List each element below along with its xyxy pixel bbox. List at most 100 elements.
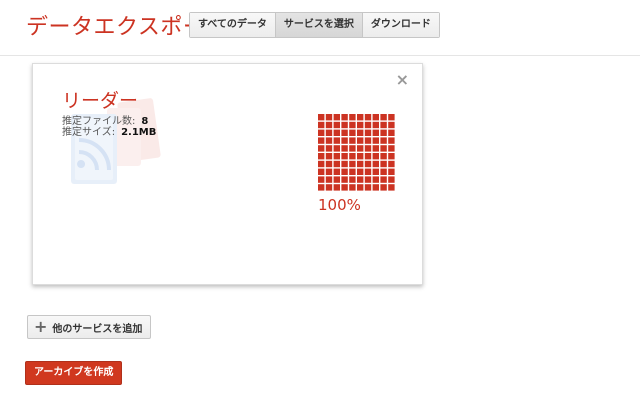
progress-cell <box>364 137 372 144</box>
progress-cell <box>325 184 333 191</box>
progress-cell <box>364 121 372 129</box>
progress-cell <box>357 121 364 129</box>
progress-cell <box>364 160 372 168</box>
progress-cell <box>349 168 356 175</box>
progress-cell <box>357 153 364 160</box>
progress-cell <box>372 176 379 183</box>
progress-cell <box>341 145 348 152</box>
progress-cell <box>388 137 395 144</box>
progress-cell <box>325 176 333 183</box>
progress-cell <box>318 114 325 121</box>
progress-cell <box>372 153 379 160</box>
progress-cell <box>325 160 333 168</box>
progress-cell <box>318 176 325 183</box>
mode-tabs: すべてのデータ サービスを選択 ダウンロード <box>189 12 440 38</box>
progress-cell <box>349 160 356 168</box>
progress-cell <box>325 129 333 136</box>
progress-cell <box>325 114 333 121</box>
progress-cell <box>318 145 325 152</box>
progress-cell <box>380 153 387 160</box>
progress-cell <box>364 168 372 175</box>
progress-cell <box>341 176 348 183</box>
progress-cell <box>325 137 333 144</box>
progress-cell <box>380 145 387 152</box>
progress-cell <box>380 137 387 144</box>
progress-cell <box>388 184 395 191</box>
progress-cell <box>333 129 340 136</box>
progress-cell <box>364 184 372 191</box>
progress-cell <box>364 145 372 152</box>
create-archive-button[interactable]: アーカイブを作成 <box>25 361 123 385</box>
progress-cell <box>380 168 387 175</box>
size-row: 推定サイズ: 2.1MB <box>62 127 156 138</box>
progress-cell <box>341 121 348 129</box>
progress-cell <box>388 129 395 136</box>
progress-cell <box>372 121 379 129</box>
progress-cell <box>364 114 372 121</box>
progress-cell <box>388 145 395 152</box>
progress-cell <box>325 168 333 175</box>
progress-cell <box>380 114 387 121</box>
progress-cell <box>318 121 325 129</box>
add-services-label: 他のサービスを追加 <box>52 323 143 335</box>
progress-cell <box>357 145 364 152</box>
progress-cell <box>364 129 372 136</box>
progress-cell <box>333 114 340 121</box>
progress-cell <box>333 176 340 183</box>
size-label: 推定サイズ: <box>62 127 116 138</box>
close-icon[interactable]: × <box>396 72 409 88</box>
progress-grid <box>318 114 395 191</box>
progress-cell <box>325 145 333 152</box>
progress-cell <box>318 153 325 160</box>
progress-cell <box>341 153 348 160</box>
progress-cell <box>372 168 379 175</box>
tab-download[interactable]: ダウンロード <box>362 13 439 37</box>
progress-cell <box>318 137 325 144</box>
size-value: 2.1MB <box>121 127 157 138</box>
tab-select-services[interactable]: サービスを選択 <box>275 13 363 37</box>
header-divider <box>0 55 640 56</box>
progress-cell <box>341 168 348 175</box>
tab-all-data[interactable]: すべてのデータ <box>190 13 276 37</box>
progress-cell <box>364 176 372 183</box>
service-title: リーダー <box>62 90 139 112</box>
progress-cell <box>380 129 387 136</box>
progress-cell <box>349 129 356 136</box>
progress-cell <box>372 129 379 136</box>
progress-cell <box>349 153 356 160</box>
progress-cell <box>380 160 387 168</box>
progress-cell <box>372 137 379 144</box>
progress-cell <box>349 145 356 152</box>
progress-cell <box>333 121 340 129</box>
progress-cell <box>388 114 395 121</box>
progress-cell <box>333 137 340 144</box>
progress-cell <box>357 114 364 121</box>
file-count-value: 8 <box>141 116 149 127</box>
progress-cell <box>341 114 348 121</box>
progress-cell <box>318 168 325 175</box>
progress-cell <box>325 121 333 129</box>
progress-cell <box>380 121 387 129</box>
progress-cell <box>388 176 395 183</box>
progress-cell <box>364 153 372 160</box>
plus-icon: + <box>34 317 48 336</box>
progress-cell <box>341 129 348 136</box>
progress-cell <box>372 145 379 152</box>
progress-cell <box>333 184 340 191</box>
progress-cell <box>388 121 395 129</box>
progress-cell <box>380 184 387 191</box>
progress-cell <box>388 168 395 175</box>
progress-cell <box>357 168 364 175</box>
progress-cell <box>349 137 356 144</box>
progress-cell <box>318 160 325 168</box>
add-services-button[interactable]: + 他のサービスを追加 <box>27 315 152 339</box>
progress-cell <box>325 153 333 160</box>
progress-cell <box>333 153 340 160</box>
progress-cell <box>388 153 395 160</box>
progress-cell <box>357 160 364 168</box>
progress-cell <box>349 121 356 129</box>
progress-cell <box>349 176 356 183</box>
file-count-row: 推定ファイル数: 8 <box>62 116 156 127</box>
progress-cell <box>318 129 325 136</box>
file-count-label: 推定ファイル数: <box>62 116 136 127</box>
